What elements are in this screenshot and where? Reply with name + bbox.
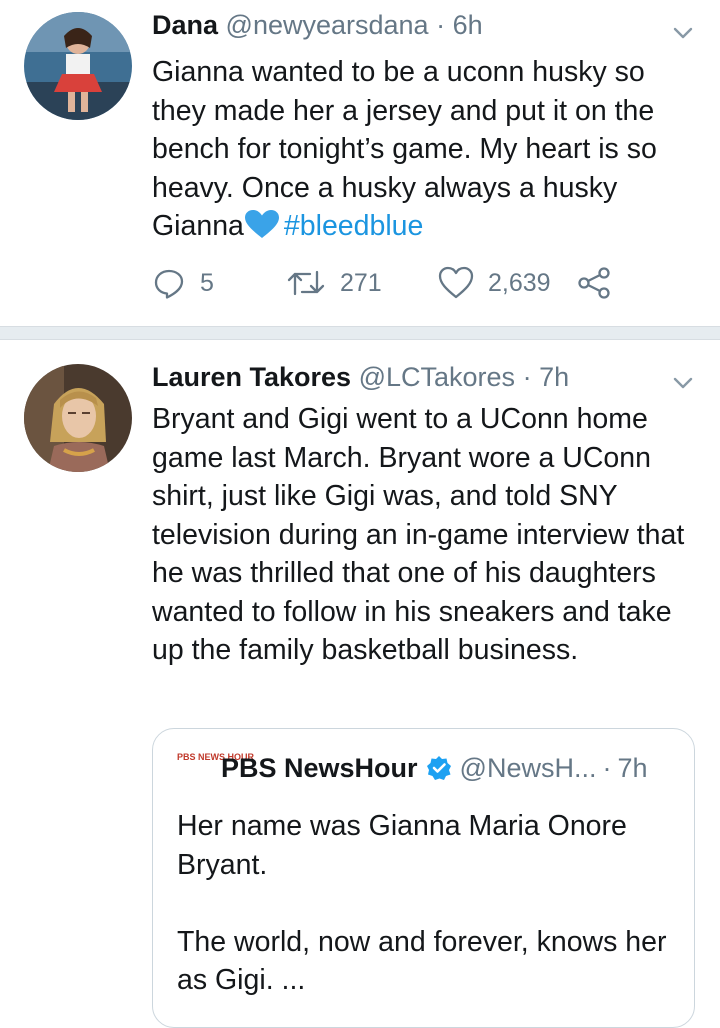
verified-icon [426,756,451,780]
author-handle[interactable]: @LCTakores [359,362,515,392]
quoted-tweet-text: Her name was Gianna Maria Onore Bryant. … [177,810,667,996]
quoted-timestamp[interactable]: 7h [617,751,647,785]
quoted-author-handle[interactable]: @NewsH... [460,751,597,785]
tweet-lauren-takores[interactable]: Lauren Takores @LCTakores · 7h Bryant an… [0,340,720,1028]
share-button[interactable] [576,266,626,300]
tweet-dana[interactable]: Dana @newyearsdana · 6h Gianna wanted to… [0,0,720,326]
separator-dot: · [522,362,532,392]
timestamp[interactable]: 6h [453,10,483,40]
share-icon [578,267,610,299]
chevron-down-icon[interactable] [670,20,696,46]
hashtag-link[interactable]: #bleedblue [284,210,423,242]
reply-icon [154,269,184,299]
separator-dot: · [436,10,446,40]
author-name[interactable]: Lauren Takores [152,362,351,392]
tweet-actions: 5 271 2,639 [152,266,672,306]
pbs-newshour-logo[interactable]: PBS NEWS HOUR [177,753,254,783]
retweet-icon [287,270,325,296]
timestamp[interactable]: 7h [539,362,569,392]
quoted-author-name[interactable]: PBS NewsHour [221,751,418,785]
author-handle[interactable]: @newyearsdana [226,10,429,40]
quoted-tweet-header: PBS NEWS HOUR PBS NewsHour @NewsH... · 7… [177,751,648,785]
tweet-text: Gianna wanted to be a uconn husky so the… [152,53,697,246]
avatar[interactable] [24,364,132,472]
author-name[interactable]: Dana [152,10,218,40]
like-button[interactable]: 2,639 [438,266,551,300]
tweet-separator [0,326,720,340]
tweet-text: Bryant and Gigi went to a UConn home gam… [152,403,685,666]
tweet-header: Lauren Takores @LCTakores · 7h [152,360,569,394]
like-icon [438,266,474,299]
reply-button[interactable]: 5 [152,266,214,300]
chevron-down-icon[interactable] [670,370,696,396]
retweet-count: 271 [340,268,382,297]
retweet-button[interactable]: 271 [286,266,382,300]
avatar[interactable] [24,12,132,120]
like-count: 2,639 [488,268,551,297]
tweet-header: Dana @newyearsdana · 6h [152,8,483,42]
separator-dot: · [602,753,612,783]
blue-heart-emoji-icon [244,210,279,238]
reply-count: 5 [200,268,214,297]
quoted-tweet[interactable]: PBS NEWS HOUR PBS NewsHour @NewsH... · 7… [152,728,695,1028]
